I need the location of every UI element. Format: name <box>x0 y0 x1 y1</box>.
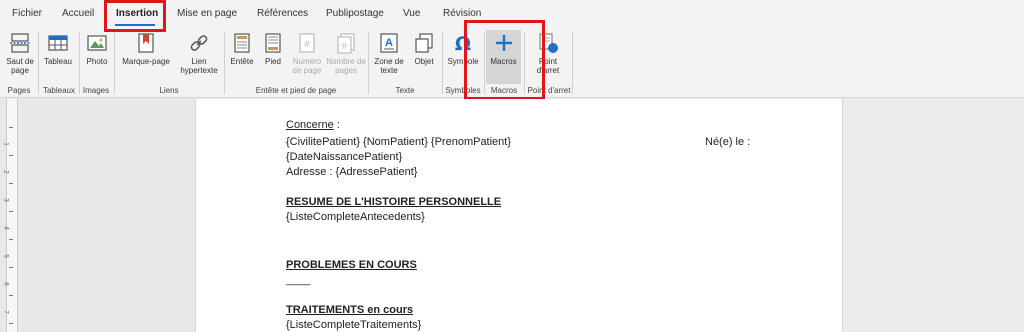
tab-revision[interactable]: Révision <box>443 8 481 19</box>
ruler-number: 6 <box>2 282 9 286</box>
photo-button[interactable]: Photo <box>82 30 112 84</box>
group-separator <box>368 32 369 94</box>
group-separator <box>224 32 225 94</box>
tab-fichier[interactable]: Fichier <box>12 8 42 19</box>
bookmark-icon <box>135 32 157 54</box>
zone-de-texte-label: Zone de texte <box>374 57 404 75</box>
patient-line: {CivilitePatient} {NomPatient} {PrenomPa… <box>286 136 512 148</box>
svg-text:#: # <box>342 41 347 51</box>
table-icon <box>47 32 69 54</box>
group-label-entete-pied: Entête et pied de page <box>255 86 337 95</box>
ruler-number: 4 <box>2 226 9 230</box>
lien-hypertexte-label: Lien hypertexte <box>180 57 218 75</box>
group-label-tableaux: Tableaux <box>42 86 76 95</box>
ruler-tick <box>9 183 13 184</box>
right-margin-area <box>843 99 1024 332</box>
tab-vue[interactable]: Vue <box>403 8 420 19</box>
traitements-heading: TRAITEMENTS en cours <box>286 304 414 316</box>
ruler-number: 1 <box>2 142 9 146</box>
footer-icon <box>262 32 284 54</box>
document-page[interactable]: Concerne : {CivilitePatient} {NomPatient… <box>195 99 843 332</box>
ruler-tick <box>9 323 13 324</box>
entete-label: Entête <box>230 57 254 66</box>
ruler-number: 2 <box>2 170 9 174</box>
ruler-tick <box>9 127 13 128</box>
svg-text:A: A <box>385 37 393 49</box>
resume-heading: RESUME DE L'HISTOIRE PERSONNELLE <box>286 196 502 208</box>
ruler-tick <box>9 211 13 212</box>
vertical-ruler: 1 2 3 4 5 6 7 <box>0 99 22 332</box>
ruler-tick <box>9 239 13 240</box>
tab-references[interactable]: Références <box>257 8 308 19</box>
nombre-de-pages-label: Nombre de pages <box>326 57 366 75</box>
lien-hypertexte-button[interactable]: Lien hypertexte <box>176 30 222 84</box>
objet-label: Objet <box>414 57 434 66</box>
tab-accueil[interactable]: Accueil <box>62 8 94 19</box>
annotation-highlight-macros <box>464 20 545 100</box>
concerne-colon: : <box>333 119 340 131</box>
group-separator <box>38 32 39 94</box>
header-icon <box>231 32 253 54</box>
link-icon <box>188 32 210 54</box>
pied-button[interactable]: Pied <box>260 30 286 84</box>
traitements-field: {ListeCompleteTraitements} <box>286 319 422 331</box>
objet-button[interactable]: Objet <box>410 30 438 84</box>
ruler-number: 7 <box>2 310 9 314</box>
ruler-tick <box>9 267 13 268</box>
group-label-liens: Liens <box>159 86 179 95</box>
problemes-line: ____ <box>286 274 311 286</box>
address-line: Adresse : {AdressePatient} <box>286 166 418 178</box>
page-number-icon: # <box>296 32 318 54</box>
ruler-strip <box>6 99 18 332</box>
group-label-texte: Texte <box>395 86 415 95</box>
object-icon <box>413 32 435 54</box>
group-separator <box>572 32 573 94</box>
antecedents-field: {ListeCompleteAntecedents} <box>286 211 425 223</box>
group-separator <box>442 32 443 94</box>
marque-page-label: Marque-page <box>122 57 170 66</box>
group-separator <box>114 32 115 94</box>
ruler-number: 3 <box>2 198 9 202</box>
problemes-heading: PROBLEMES EN COURS <box>286 259 417 271</box>
numero-de-page-button[interactable]: # Numéro de page <box>290 30 324 84</box>
nombre-de-pages-button[interactable]: # Nombre de pages <box>326 30 366 84</box>
birthdate-field: {DateNaissancePatient} <box>286 151 403 163</box>
tab-mise-en-page[interactable]: Mise en page <box>177 8 237 19</box>
birthdate-label: Né(e) le : <box>705 136 751 148</box>
annotation-highlight-insertion <box>104 0 166 32</box>
ruler-tick <box>9 155 13 156</box>
photo-icon <box>86 32 108 54</box>
zone-de-texte-button[interactable]: A Zone de texte <box>370 30 408 84</box>
saut-de-page-label: Saut de page <box>6 57 34 75</box>
page-break-icon <box>9 32 31 54</box>
text-box-icon: A <box>378 32 400 54</box>
page-count-icon: # <box>335 32 357 54</box>
tableau-label: Tableau <box>43 57 73 66</box>
concerne-line: Concerne : <box>286 119 340 131</box>
group-label-images: Images <box>82 86 110 95</box>
svg-text:#: # <box>304 39 309 49</box>
group-label-pages: Pages <box>7 86 31 95</box>
tableau-button[interactable]: Tableau <box>41 30 75 84</box>
ruler-number: 5 <box>2 254 9 258</box>
entete-button[interactable]: Entête <box>228 30 256 84</box>
saut-de-page-button[interactable]: Saut de page <box>4 30 36 84</box>
marque-page-button[interactable]: Marque-page <box>117 30 175 84</box>
concerne-label: Concerne <box>286 119 334 131</box>
pied-label: Pied <box>264 57 281 66</box>
photo-label: Photo <box>86 57 108 66</box>
numero-de-page-label: Numéro de page <box>292 57 322 75</box>
tab-publipostage[interactable]: Publipostage <box>326 8 384 19</box>
group-separator <box>79 32 80 94</box>
ruler-tick <box>9 295 13 296</box>
